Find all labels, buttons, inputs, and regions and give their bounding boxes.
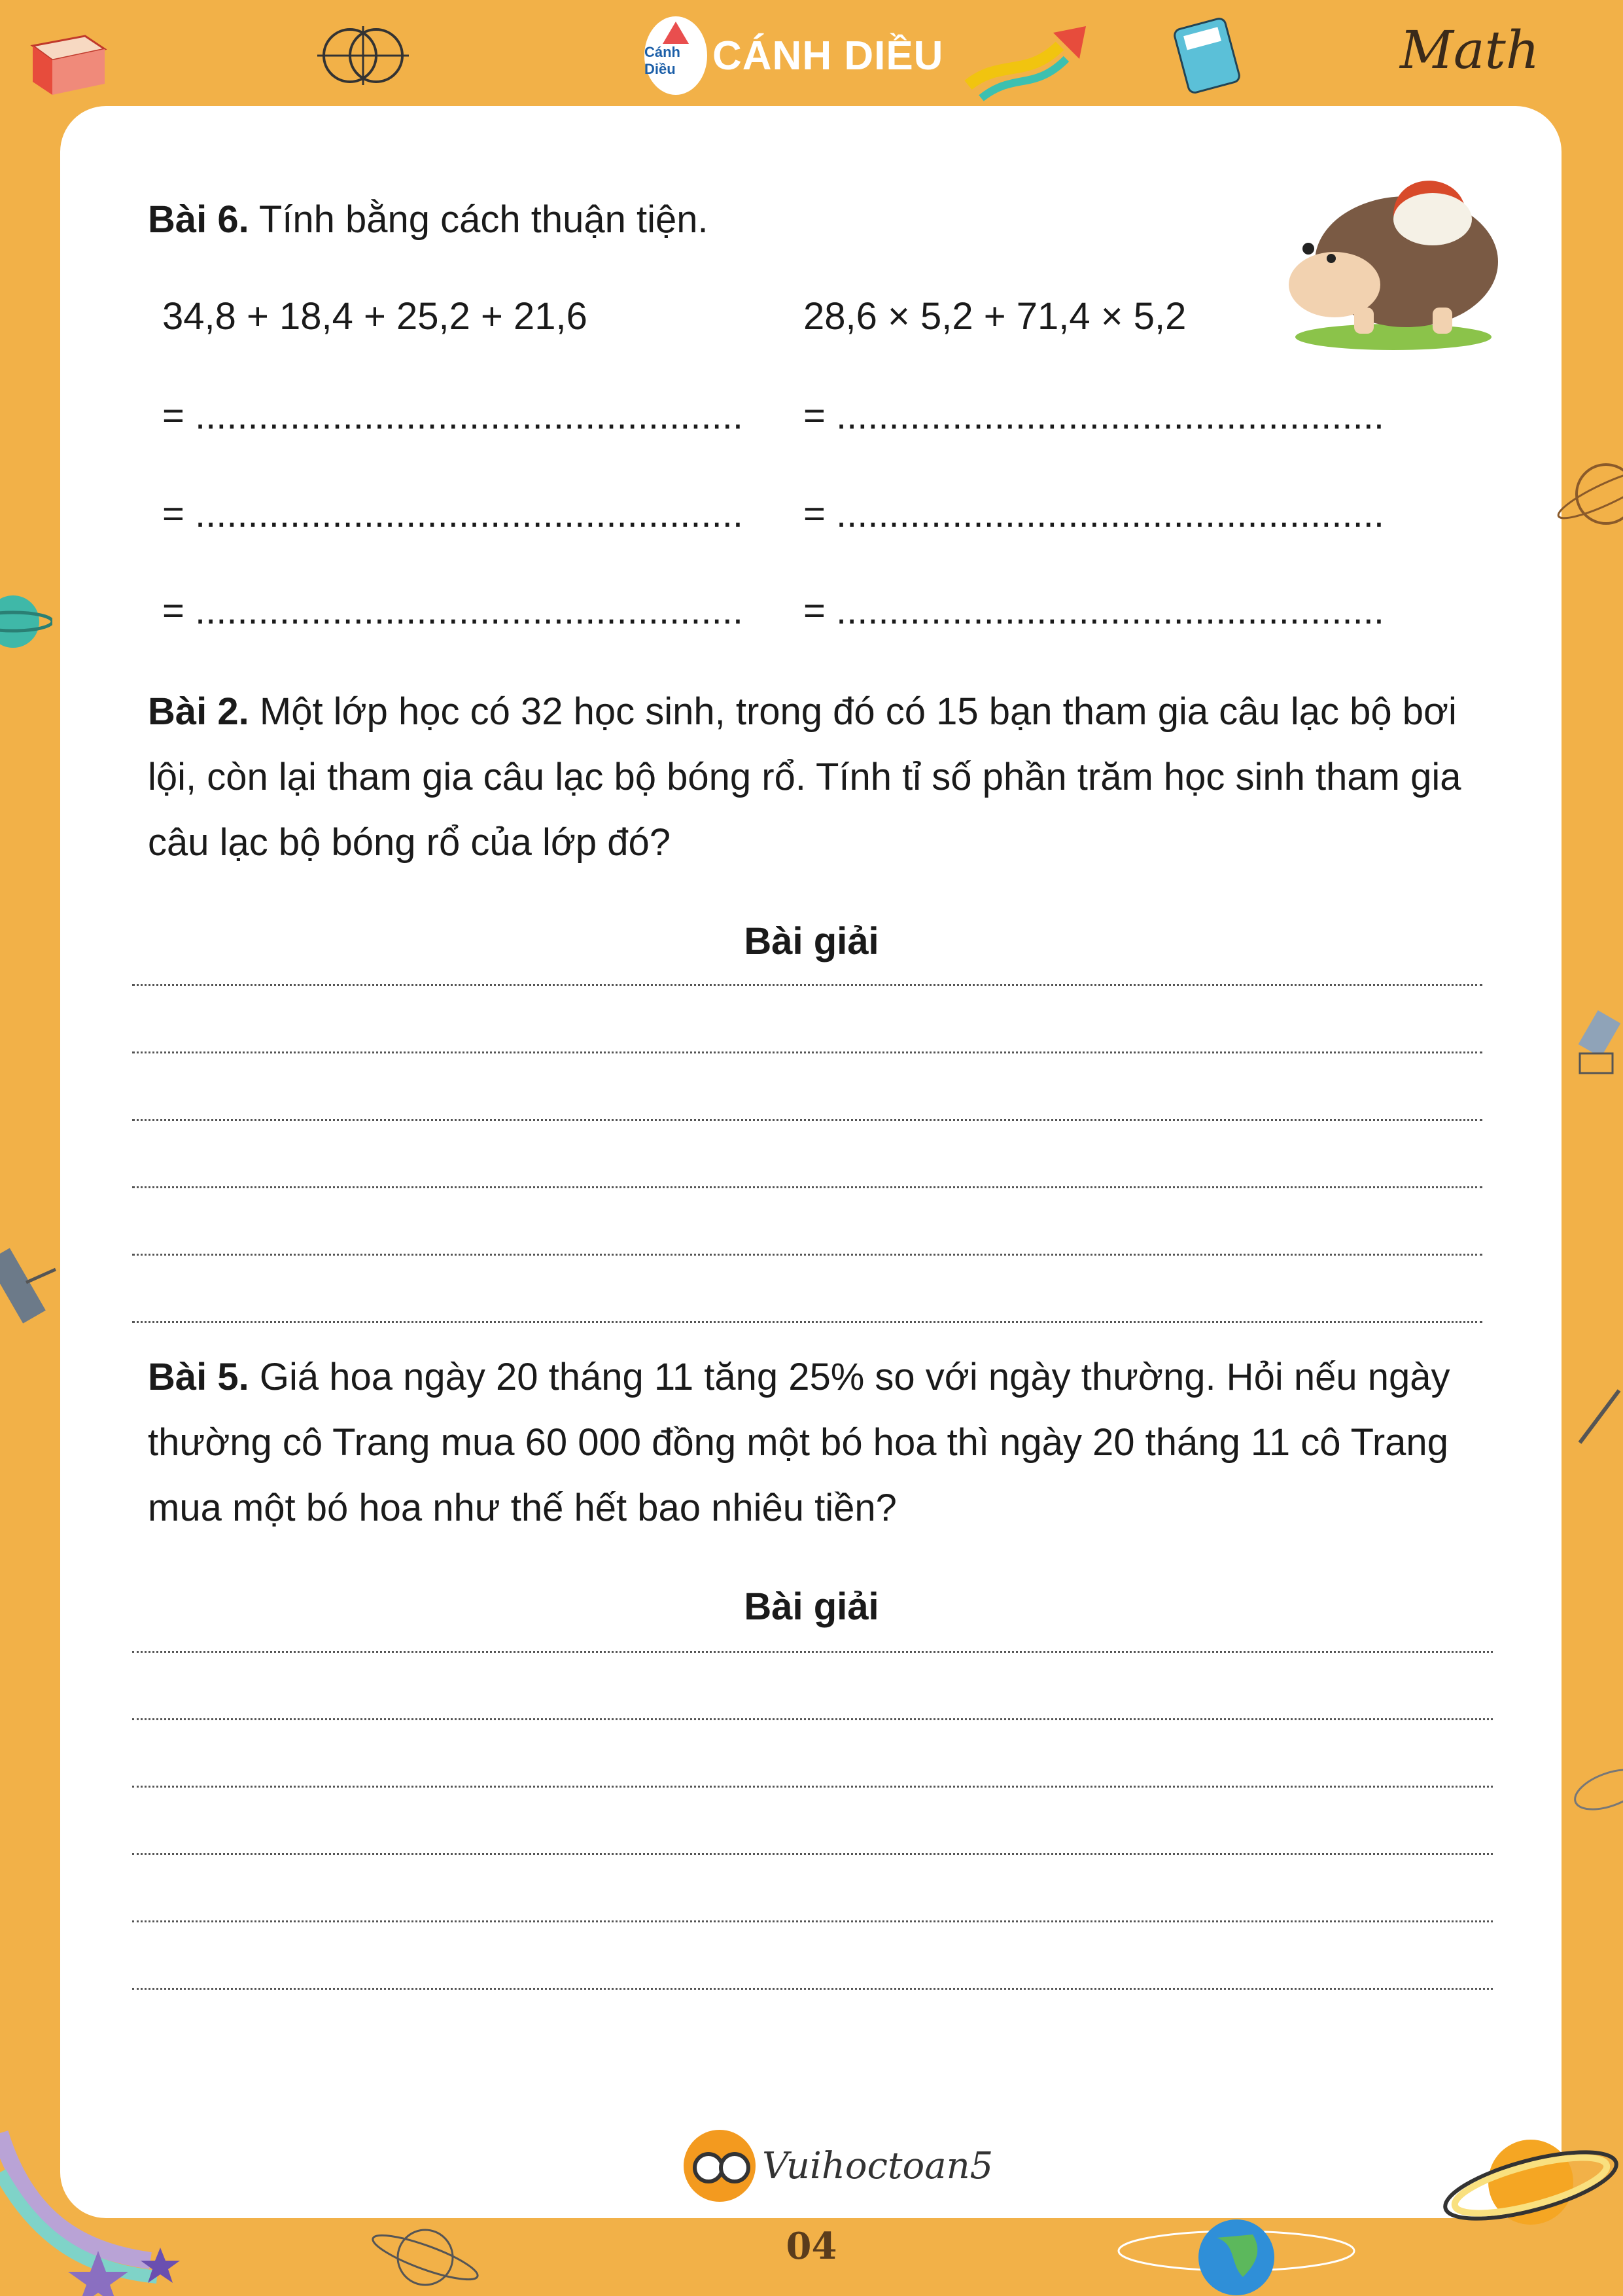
problem-5-line-3: mua một bó hoa như thế hết bao nhiêu tiề…: [148, 1487, 897, 1529]
ring-outline-icon: [1574, 1769, 1623, 1810]
owl-logo-icon: [684, 2130, 756, 2202]
page-number: 04: [786, 2225, 837, 2268]
answer-blank-right-3[interactable]: = ......................................…: [803, 589, 1384, 633]
problem-5-label: Bài 5.: [148, 1356, 249, 1398]
answer-blank-left-2[interactable]: = ......................................…: [162, 492, 743, 536]
footer-logo: Vuihoctoan5: [684, 2130, 993, 2202]
ringed-planet-outline-icon: [1557, 463, 1623, 525]
answer-line[interactable]: [132, 1718, 1493, 1720]
venn-diagram-icon: [317, 26, 409, 85]
answer-line[interactable]: [132, 1051, 1482, 1053]
answer-line[interactable]: [132, 1988, 1493, 1990]
pencil-icon: [1578, 1389, 1621, 1444]
planet-icon: [0, 595, 52, 648]
brand: Cánh Diều CÁNH DIỀU: [644, 13, 943, 98]
problem-6-expression-left: 34,8 + 18,4 + 25,2 + 21,6: [162, 295, 587, 338]
brand-name: CÁNH DIỀU: [712, 33, 944, 79]
answer-line[interactable]: [132, 1786, 1493, 1788]
problem-2-label: Bài 2.: [148, 690, 249, 733]
problem-6-expression-right: 28,6 × 5,2 + 71,4 × 5,2: [803, 295, 1187, 338]
answer-line[interactable]: [132, 1119, 1482, 1121]
answer-line[interactable]: [132, 1920, 1493, 1922]
problem-2-line-2: lội, còn lại tham gia câu lạc bộ bóng rổ…: [148, 756, 1461, 798]
stars-swoosh-icon: [0, 2130, 180, 2296]
problem-2-text: Bài 2. Một lớp học có 32 học sinh, trong…: [148, 679, 1461, 875]
answer-line[interactable]: [132, 1254, 1482, 1256]
answer-blank-right-2[interactable]: = ......................................…: [803, 492, 1384, 536]
problem-6-label: Bài 6.: [148, 198, 249, 241]
answer-line[interactable]: [132, 1853, 1493, 1855]
problem-2-line-3: câu lạc bộ bóng rổ của lớp đó?: [148, 821, 671, 864]
answer-blank-left-3[interactable]: = ......................................…: [162, 589, 743, 633]
kite-ribbon-icon: [964, 26, 1086, 101]
answer-line[interactable]: [132, 984, 1482, 986]
problem-2-line-1: Một lớp học có 32 học sinh, trong đó có …: [259, 690, 1457, 733]
answer-line[interactable]: [132, 1186, 1482, 1188]
problem-6-text: Tính bằng cách thuận tiện.: [258, 198, 708, 241]
problem-2-solution-heading: Bài giải: [744, 920, 879, 963]
satellite-icon: [1578, 1010, 1621, 1074]
problem-5-line-2: thường cô Trang mua 60 000 đồng một bó h…: [148, 1421, 1448, 1464]
answer-line[interactable]: [132, 1651, 1493, 1653]
calculator-icon: [1174, 18, 1240, 94]
kite-icon: [663, 22, 689, 44]
problem-5-text: Bài 5. Giá hoa ngày 20 tháng 11 tăng 25%…: [148, 1345, 1450, 1541]
answer-blank-left-1[interactable]: = ......................................…: [162, 394, 743, 438]
problem-5-line-1: Giá hoa ngày 20 tháng 11 tăng 25% so với…: [259, 1356, 1450, 1398]
answer-line[interactable]: [132, 1321, 1482, 1323]
header: Cánh Diều CÁNH DIỀU Math: [0, 0, 1623, 105]
brand-logo-text: Cánh Diều: [644, 44, 680, 77]
brand-logo: Cánh Diều: [644, 16, 707, 95]
geometry-box-icon: [30, 35, 107, 95]
problem-5-solution-heading: Bài giải: [744, 1585, 879, 1628]
satellite-left-icon: [0, 1248, 57, 1324]
math-word: Math: [1400, 20, 1540, 80]
footer-site-name: Vuihoctoan5: [762, 2144, 994, 2187]
hedgehog-illustration: [1289, 181, 1498, 350]
problem-6-heading: Bài 6. Tính bằng cách thuận tiện.: [148, 187, 708, 253]
answer-blank-right-1[interactable]: = ......................................…: [803, 394, 1384, 438]
